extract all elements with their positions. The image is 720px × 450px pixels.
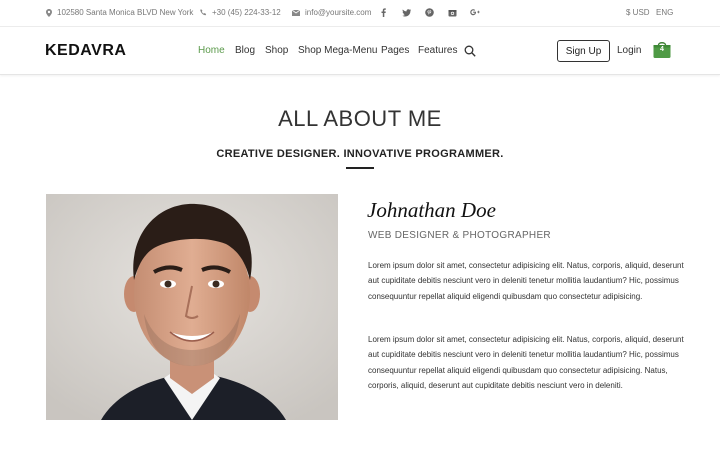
cart-button[interactable]: 4 (652, 40, 672, 60)
nav-item-shop[interactable]: Shop (265, 45, 288, 56)
cart-count-badge: 4 (660, 46, 664, 53)
phone-icon (200, 9, 207, 16)
login-link[interactable]: Login (617, 45, 641, 56)
currency-selector[interactable]: $ USD (626, 8, 650, 17)
nav-item-shop-mega-menu[interactable]: Shop Mega-Menu (298, 45, 378, 56)
pinterest-icon[interactable] (424, 7, 434, 18)
main-header: KEDAVRA Home Blog Shop Shop Mega-Menu Pa… (0, 27, 720, 75)
title-divider (346, 167, 374, 169)
page-subtitle: CREATIVE DESIGNER. INNOVATIVE PROGRAMMER… (216, 148, 504, 160)
email-text[interactable]: info@yoursite.com (305, 8, 371, 17)
sign-up-button[interactable]: Sign Up (557, 40, 610, 62)
nav-item-pages[interactable]: Pages (381, 45, 409, 56)
facebook-icon[interactable] (378, 7, 388, 18)
nav-item-features[interactable]: Features (418, 45, 457, 56)
email-item[interactable]: info@yoursite.com (292, 8, 371, 17)
phone-item: +30 (45) 224-33-12 (200, 8, 281, 17)
language-selector[interactable]: ENG (656, 8, 673, 17)
profile-photo (46, 194, 338, 420)
bio-paragraph-2: Lorem ipsum dolor sit amet, consectetur … (368, 335, 684, 390)
site-logo[interactable]: KEDAVRA (45, 42, 126, 60)
twitter-icon[interactable] (401, 7, 411, 18)
profile-role: WEB DESIGNER & PHOTOGRAPHER (368, 230, 551, 241)
social-links (378, 7, 480, 18)
nav-item-home[interactable]: Home (198, 45, 225, 56)
search-icon[interactable] (464, 44, 476, 62)
phone-text: +30 (45) 224-33-12 (212, 8, 281, 17)
page-title: ALL ABOUT ME (278, 106, 442, 131)
address-text: 102580 Santa Monica BLVD New York (57, 8, 194, 17)
map-marker-icon (46, 8, 52, 17)
top-bar: 102580 Santa Monica BLVD New York +30 (4… (0, 0, 720, 27)
instagram-icon[interactable] (447, 7, 457, 18)
bio-paragraph-1: Lorem ipsum dolor sit amet, consectetur … (368, 261, 684, 301)
nav-item-blog[interactable]: Blog (235, 45, 255, 56)
envelope-icon (292, 9, 300, 16)
address-item: 102580 Santa Monica BLVD New York (46, 8, 193, 17)
google-plus-icon[interactable] (470, 7, 480, 18)
profile-name: Johnathan Doe (367, 198, 496, 222)
